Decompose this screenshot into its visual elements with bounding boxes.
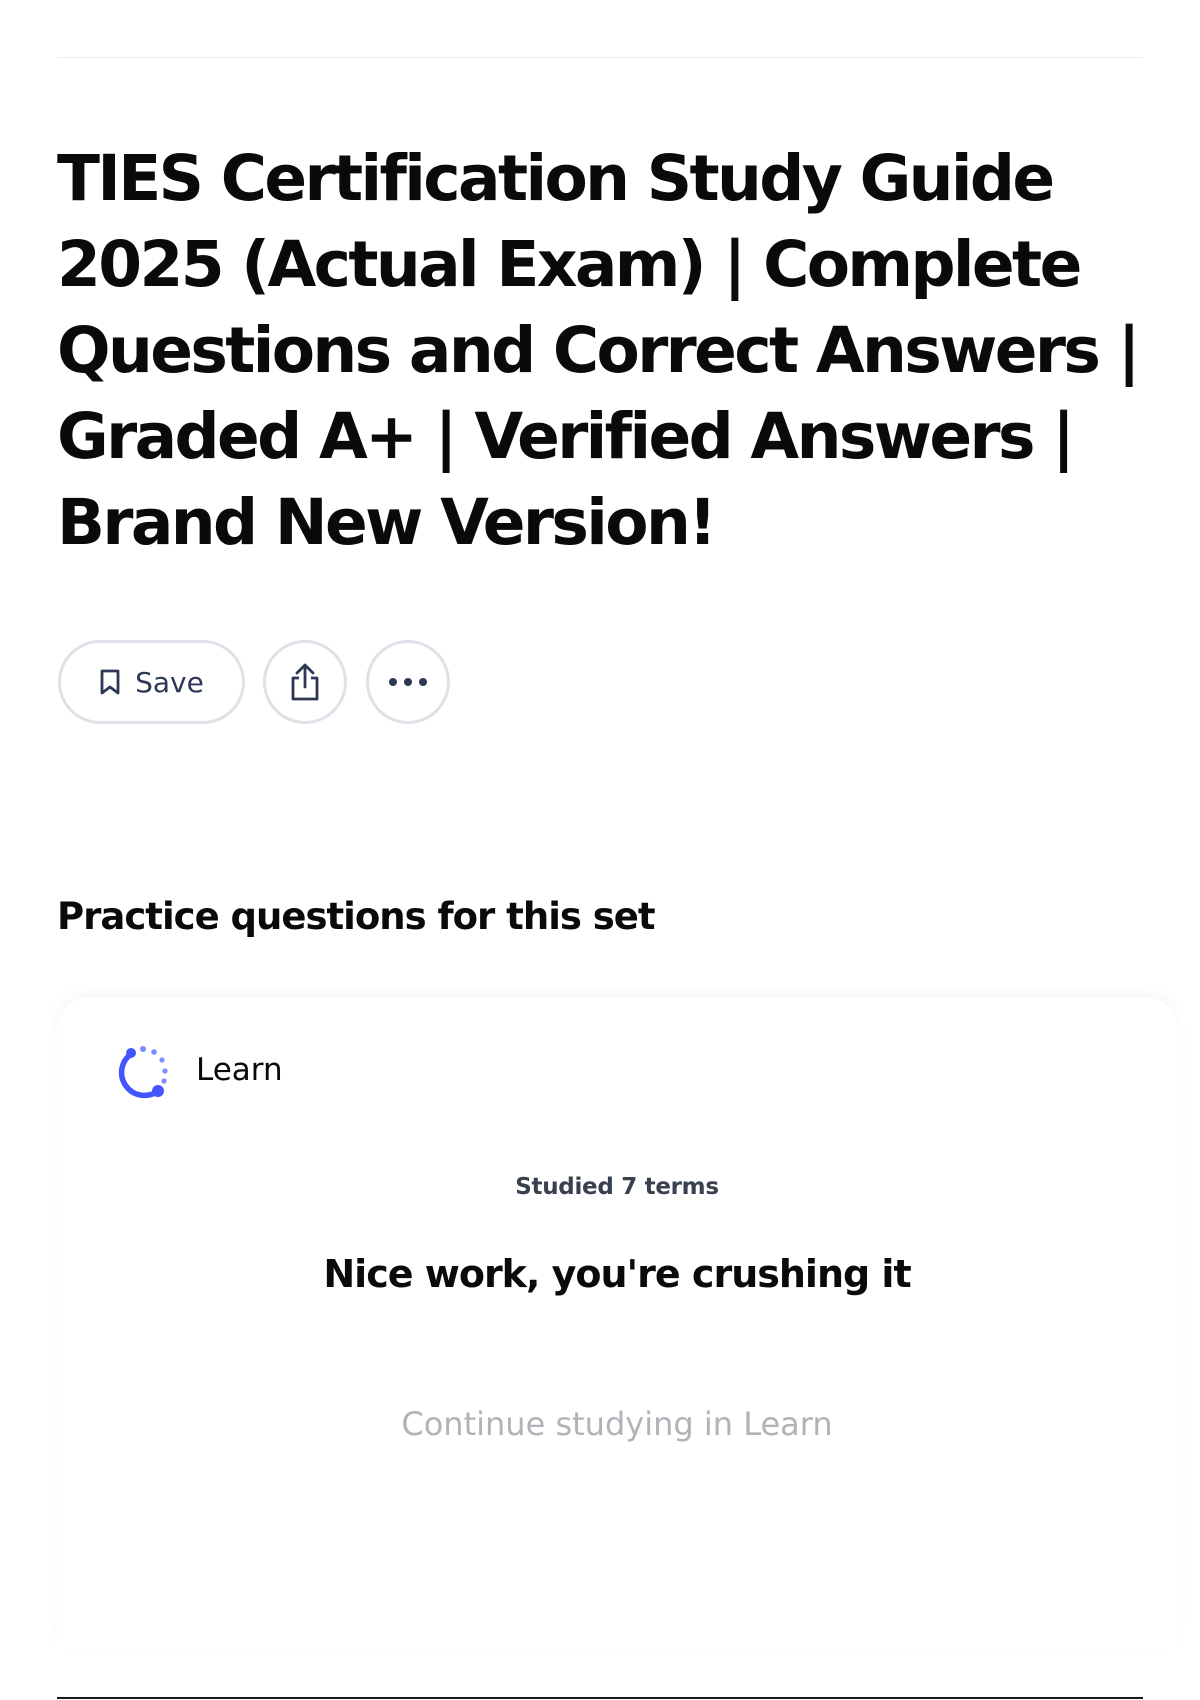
top-divider xyxy=(57,57,1143,58)
practice-section-heading: Practice questions for this set xyxy=(57,895,656,938)
studied-terms-count: Studied 7 terms xyxy=(515,1174,719,1200)
share-button[interactable] xyxy=(263,640,347,724)
learn-mode-header[interactable]: Learn xyxy=(114,1040,283,1100)
share-icon xyxy=(288,662,322,702)
save-button[interactable]: Save xyxy=(58,640,245,724)
learn-label: Learn xyxy=(196,1052,283,1088)
learn-progress-icon xyxy=(114,1040,174,1100)
bottom-divider xyxy=(57,1697,1143,1699)
encouragement-message: Nice work, you're crushing it xyxy=(323,1252,911,1296)
continue-learn-button[interactable]: Continue studying in Learn xyxy=(57,1405,1177,1443)
more-horizontal-icon xyxy=(388,677,428,687)
save-button-label: Save xyxy=(135,665,204,699)
more-options-button[interactable] xyxy=(366,640,450,724)
learn-card: Learn Studied 7 terms Nice work, you're … xyxy=(57,998,1177,1648)
page-title: TIES Certification Study Guide 2025 (Act… xyxy=(57,142,1141,559)
action-bar: Save xyxy=(58,640,450,724)
bookmark-icon xyxy=(99,668,121,696)
